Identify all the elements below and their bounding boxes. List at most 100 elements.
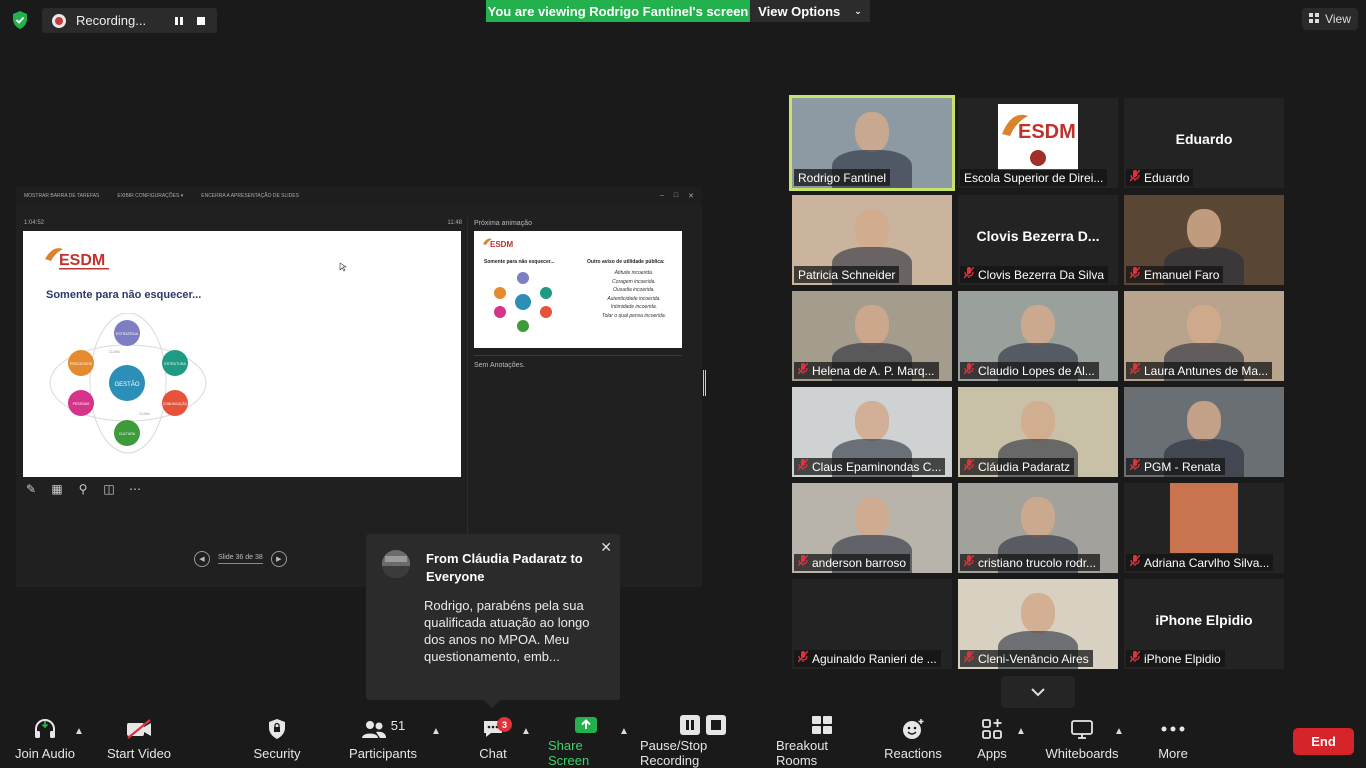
participant-name: Cleni-Venâncio Aires [978, 651, 1089, 666]
clock-time: 11:48 [447, 220, 462, 226]
participant-tile[interactable]: Patricia Schneider [792, 195, 952, 285]
whiteboards-button[interactable]: Whiteboards [1044, 712, 1120, 768]
esdm-logo-text: ESDM [59, 252, 105, 269]
view-options-button[interactable]: View Options ⌄ [750, 0, 870, 22]
whiteboards-caret-icon[interactable]: ▲ [1114, 726, 1124, 737]
mic-muted-icon [1129, 266, 1141, 282]
participant-name-label: PGM - Renata [1126, 458, 1225, 475]
diagram-ring-label: CLIMA [139, 412, 150, 416]
participant-tile[interactable]: Cleni-Venâncio Aires [958, 579, 1118, 669]
all-slides-icon[interactable]: ▦ [50, 482, 64, 496]
participant-tile[interactable]: Clovis Bezerra D... Clovis Bezerra Da Sil… [958, 195, 1118, 285]
participant-name-label: Claudio Lopes de Al... [960, 362, 1099, 379]
reactions-button[interactable]: Reactions [884, 712, 942, 768]
mic-muted-icon [963, 554, 975, 570]
pointer-screen-icon[interactable]: ◫ [102, 482, 116, 496]
participants-caret-icon[interactable]: ▲ [431, 726, 441, 737]
participant-name-label: Patricia Schneider [794, 266, 900, 283]
close-icon[interactable]: ✕ [600, 539, 612, 556]
apps-button[interactable]: Apps [972, 712, 1012, 768]
participant-tile[interactable]: Eduardo Eduardo [1124, 98, 1284, 188]
participant-name: Aguinaldo Ranieri de ... [812, 651, 937, 666]
participant-tile[interactable]: Claudio Lopes de Al... [958, 291, 1118, 381]
recording-dot-icon [52, 13, 66, 28]
share-caret-icon[interactable]: ▲ [619, 726, 629, 737]
mic-muted-icon [963, 458, 975, 474]
share-screen-button[interactable]: Share Screen [548, 712, 624, 768]
participant-name: iPhone Elpidio [1144, 651, 1221, 666]
shared-screen[interactable]: MOSTRAR BARRA DE TAREFAS EXIBIR CONFIGUR… [16, 187, 702, 587]
gallery-next-page-button[interactable] [1001, 676, 1075, 708]
apps-label: Apps [977, 746, 1007, 761]
pause-icon [680, 715, 700, 735]
ppt-toolbar-item: MOSTRAR BARRA DE TAREFAS [24, 193, 100, 199]
esdm-logo-small-text: ESDM [490, 240, 513, 249]
slide-counter[interactable]: Slide 36 de 38 [218, 554, 263, 564]
mic-muted-icon [797, 554, 809, 570]
participant-name: Claus Epaminondas C... [812, 459, 942, 474]
security-button[interactable]: Security [246, 712, 308, 768]
whiteboards-label: Whiteboards [1045, 746, 1119, 761]
split-resize-handle[interactable] [703, 370, 706, 396]
participant-tile[interactable]: PGM - Renata [1124, 387, 1284, 477]
participant-name: Rodrigo Fantinel [798, 170, 887, 185]
participant-tile[interactable]: Emanuel Faro [1124, 195, 1284, 285]
mic-muted-icon [1129, 169, 1141, 185]
participant-name-label: Cláudia Padaratz [960, 458, 1075, 475]
participant-tile[interactable]: Aguinaldo Ranieri de ... [792, 579, 952, 669]
participant-name: PGM - Renata [1144, 459, 1221, 474]
participant-tile[interactable]: Helena de A. P. Marq... [792, 291, 952, 381]
participant-tile[interactable]: Cláudia Padaratz [958, 387, 1118, 477]
pause-recording-icon[interactable] [173, 15, 185, 27]
participant-name-label: Aguinaldo Ranieri de ... [794, 650, 941, 667]
join-audio-button[interactable]: Join Audio [12, 712, 78, 768]
pause-stop-recording-button[interactable]: Pause/Stop Recording [640, 712, 766, 768]
mic-muted-icon [797, 362, 809, 378]
audio-options-caret-icon[interactable]: ▲ [74, 726, 84, 737]
more-button[interactable]: More [1150, 712, 1196, 768]
diagram-ring-label: CLIMA [109, 350, 120, 354]
participant-name-label: Rodrigo Fantinel [794, 169, 891, 186]
recording-indicator: Recording... [42, 8, 217, 33]
participant-display-name: iPhone Elpidio [1155, 612, 1253, 628]
reactions-label: Reactions [884, 746, 942, 761]
next-slide-line: Intimidade incoerida. [610, 304, 658, 310]
participant-tile[interactable]: cristiano trucolo rodr... [958, 483, 1118, 573]
chat-caret-icon[interactable]: ▲ [521, 726, 531, 737]
ppt-toolbar-item: ENCERRA A APRESENTAÇÃO DE SLIDES [201, 193, 299, 199]
whiteboard-icon [1070, 712, 1094, 746]
participant-tile[interactable]: Laura Antunes de Ma... [1124, 291, 1284, 381]
apps-caret-icon[interactable]: ▲ [1016, 726, 1026, 737]
participant-tile[interactable]: iPhone Elpidio iPhone Elpidio [1124, 579, 1284, 669]
encryption-shield-icon[interactable] [10, 10, 30, 30]
chat-unread-badge: 3 [497, 717, 512, 732]
start-video-button[interactable]: Start Video [104, 712, 174, 768]
end-meeting-button[interactable]: End [1293, 728, 1354, 755]
participant-tile[interactable]: ESDM Escola Superior de Direi... [958, 98, 1118, 188]
zoom-icon[interactable]: ⚲ [76, 482, 90, 496]
next-slide-line: Coragem incoerida. [612, 278, 656, 285]
mic-muted-icon [963, 362, 975, 378]
pen-icon[interactable]: ✎ [24, 482, 38, 496]
stop-recording-icon[interactable] [195, 15, 207, 27]
participant-tile[interactable]: anderson barroso [792, 483, 952, 573]
participant-tile[interactable]: Adriana Carvlho Silva... [1124, 483, 1284, 573]
participant-name: Helena de A. P. Marq... [812, 363, 935, 378]
participant-name-label: Helena de A. P. Marq... [794, 362, 939, 379]
participant-name: Escola Superior de Direi... [964, 170, 1104, 185]
view-button[interactable]: View [1302, 8, 1358, 30]
stop-icon [706, 715, 726, 735]
chat-notification-popup[interactable]: From Cláudia Padaratz to Everyone Rodrig… [366, 534, 620, 708]
participant-name: Adriana Carvlho Silva... [1144, 555, 1270, 570]
breakout-rooms-button[interactable]: Breakout Rooms [776, 712, 868, 768]
previous-slide-icon[interactable]: ◀ [194, 551, 210, 567]
participant-tile[interactable]: Rodrigo Fantinel [789, 95, 955, 191]
next-slide-icon[interactable]: ▶ [270, 551, 287, 567]
gestao-diagram: GESTÃO ESTRATÉGIA ESTRUTURA COMUNICAÇÃO … [49, 313, 207, 454]
notes-label: Sem Anotações. [474, 362, 525, 369]
meeting-toolbar: Join Audio ▲ Start Video Security 51 Par… [0, 712, 1366, 768]
more-options-icon[interactable]: ⋯ [128, 482, 142, 496]
participant-name: Claudio Lopes de Al... [978, 363, 1095, 378]
participant-tile[interactable]: Claus Epaminondas C... [792, 387, 952, 477]
participants-button[interactable]: 51 Participants [348, 712, 418, 768]
